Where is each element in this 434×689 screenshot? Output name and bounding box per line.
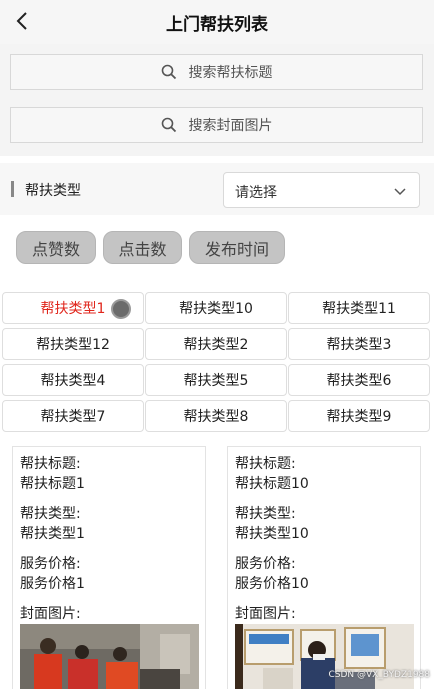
- card-price-label: 服务价格:: [235, 556, 296, 572]
- card-price-value: 服务价格1: [20, 576, 85, 592]
- sort-likes-button[interactable]: 点赞数: [16, 231, 96, 264]
- card-type-value: 帮扶类型10: [235, 526, 309, 542]
- help-card[interactable]: 帮扶标题: 帮扶标题1 帮扶类型: 帮扶类型1 服务价格: 服务价格1 封面图片…: [12, 446, 206, 689]
- card-image-label: 封面图片:: [235, 606, 296, 622]
- card-price-label: 服务价格:: [20, 556, 81, 572]
- type-chip[interactable]: 帮扶类型11: [288, 292, 430, 324]
- type-chip[interactable]: 帮扶类型2: [145, 328, 287, 360]
- type-chip[interactable]: 帮扶类型9: [288, 400, 430, 432]
- filter-label: 帮扶类型: [25, 183, 81, 199]
- type-filter-row: 帮扶类型 请选择: [0, 163, 434, 215]
- type-chip[interactable]: 帮扶类型7: [2, 400, 144, 432]
- type-chip[interactable]: 帮扶类型10: [145, 292, 287, 324]
- drag-handle-dot[interactable]: [111, 299, 131, 319]
- search-area: 搜索帮扶标题 搜索封面图片: [0, 44, 434, 156]
- type-chip[interactable]: 帮扶类型12: [2, 328, 144, 360]
- type-chip[interactable]: 帮扶类型5: [145, 364, 287, 396]
- page-title: 上门帮扶列表: [166, 15, 268, 35]
- search-cover-input[interactable]: 搜索封面图片: [10, 107, 423, 143]
- type-chip[interactable]: 帮扶类型6: [288, 364, 430, 396]
- search-icon: [161, 64, 176, 80]
- search-title-placeholder: 搜索帮扶标题: [188, 65, 273, 81]
- search-cover-placeholder: 搜索封面图片: [188, 118, 273, 134]
- filter-accent-bar: [11, 181, 14, 197]
- card-cover-image: [20, 624, 199, 689]
- search-icon: [161, 117, 176, 133]
- card-type-label: 帮扶类型:: [20, 506, 81, 522]
- card-title-value: 帮扶标题1: [20, 476, 85, 492]
- chevron-down-icon: [394, 188, 406, 196]
- card-price-value: 服务价格10: [235, 576, 309, 592]
- type-chip[interactable]: 帮扶类型8: [145, 400, 287, 432]
- card-title-label: 帮扶标题:: [235, 456, 296, 472]
- card-type-value: 帮扶类型1: [20, 526, 85, 542]
- search-title-input[interactable]: 搜索帮扶标题: [10, 54, 423, 90]
- card-title-label: 帮扶标题:: [20, 456, 81, 472]
- type-chip[interactable]: 帮扶类型4: [2, 364, 144, 396]
- help-card[interactable]: 帮扶标题: 帮扶标题10 帮扶类型: 帮扶类型10 服务价格: 服务价格10 封…: [227, 446, 421, 689]
- type-select-value: 请选择: [235, 185, 277, 201]
- card-type-label: 帮扶类型:: [235, 506, 296, 522]
- card-image-label: 封面图片:: [20, 606, 81, 622]
- sort-clicks-button[interactable]: 点击数: [103, 231, 182, 264]
- header-bar: 上门帮扶列表: [0, 0, 434, 44]
- type-select[interactable]: 请选择: [223, 172, 420, 208]
- watermark-text: CSDN @VX_BYDZ1988: [328, 670, 430, 680]
- sort-time-button[interactable]: 发布时间: [189, 231, 285, 264]
- type-chip[interactable]: 帮扶类型3: [288, 328, 430, 360]
- card-title-value: 帮扶标题10: [235, 476, 309, 492]
